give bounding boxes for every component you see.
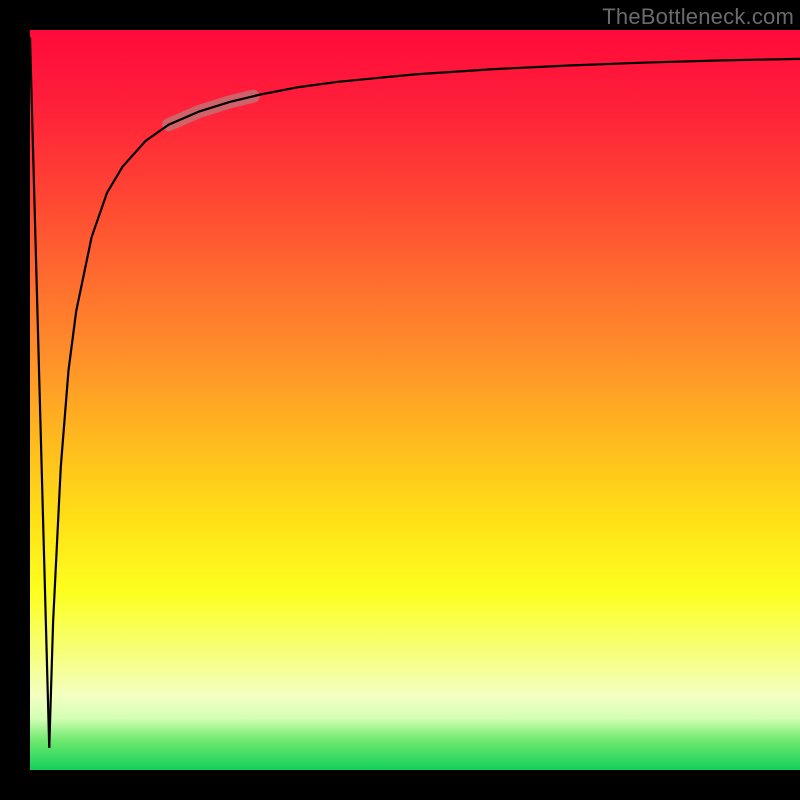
- descent-line: [30, 37, 49, 747]
- curve-layer: [30, 30, 800, 770]
- highlight-segment: [169, 96, 254, 124]
- plot-area: [30, 30, 800, 770]
- chart-frame: TheBottleneck.com: [0, 0, 800, 800]
- main-curve: [49, 59, 800, 748]
- watermark-text: TheBottleneck.com: [602, 4, 794, 30]
